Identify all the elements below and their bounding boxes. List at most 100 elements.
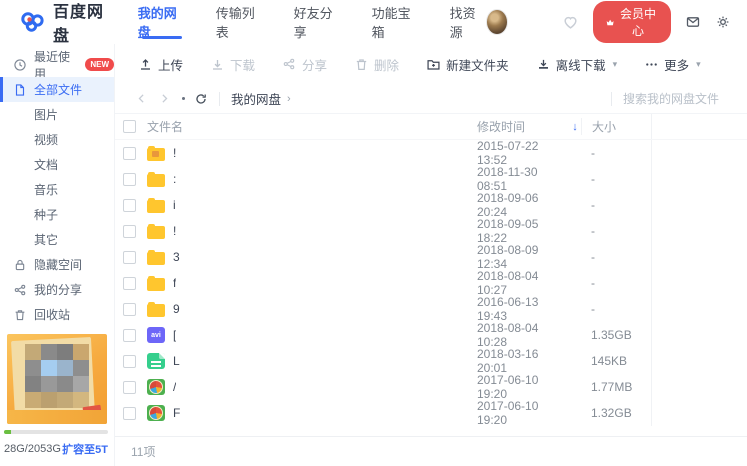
settings-gear-icon[interactable] <box>715 14 731 30</box>
sidebar-item-8[interactable]: 隐藏空间 <box>0 252 114 277</box>
sidebar-item-2[interactable]: 图片 <box>0 102 114 127</box>
sidebar-item-3[interactable]: 视频 <box>0 127 114 152</box>
sort-desc-icon[interactable]: ↓ <box>572 121 578 133</box>
sidebar-item-4[interactable]: 文档 <box>0 152 114 177</box>
delete-button[interactable]: 删除 <box>354 55 399 74</box>
expand-storage-link[interactable]: 扩容至5T <box>62 441 108 457</box>
row-name-cell: 9 <box>147 302 477 317</box>
app-logo[interactable]: 百度网盘 <box>20 0 116 46</box>
row-checkbox[interactable] <box>123 407 136 420</box>
file-size: - <box>581 250 651 264</box>
promo-banner-mosaic <box>25 344 89 408</box>
promo-banner[interactable] <box>7 334 107 424</box>
table-row[interactable]: !2018-09-05 18:22- <box>115 218 747 244</box>
modified-time: 2018-08-09 12:34 <box>477 243 569 271</box>
sidebar-item-10[interactable]: 回收站 <box>0 302 114 327</box>
file-name[interactable]: ! <box>173 224 176 238</box>
row-checkbox[interactable] <box>123 381 136 394</box>
lock-icon <box>13 258 27 272</box>
row-checkbox[interactable] <box>123 329 136 342</box>
share-button[interactable]: 分享 <box>282 55 327 74</box>
mail-icon[interactable] <box>685 14 701 30</box>
row-checkbox[interactable] <box>123 225 136 238</box>
column-size[interactable]: 大小 <box>581 118 651 135</box>
storage-bar-fill <box>4 430 11 434</box>
sidebar-item-1[interactable]: 全部文件 <box>0 77 114 102</box>
file-name[interactable]: 3 <box>173 250 180 264</box>
table-row[interactable]: F2017-06-10 19:201.32GB <box>115 400 747 426</box>
offline-download-icon <box>536 57 551 72</box>
sidebar-item-9[interactable]: 我的分享 <box>0 277 114 302</box>
toolbar-button-label: 分享 <box>302 55 327 74</box>
row-check-cell <box>123 381 147 394</box>
heart-icon[interactable] <box>562 14 579 31</box>
row-extra-cell <box>651 192 731 218</box>
select-all-checkbox[interactable] <box>123 120 136 133</box>
row-checkbox[interactable] <box>123 173 136 186</box>
file-name[interactable]: i <box>173 198 176 212</box>
storage-usage-text: 28G/2053G <box>4 443 61 455</box>
modified-time: 2018-08-04 10:27 <box>477 269 569 297</box>
search-area <box>600 92 731 106</box>
file-name[interactable]: f <box>173 276 176 290</box>
nav-tab-0[interactable]: 我的网盘 <box>138 0 186 44</box>
sidebar-item-label: 音乐 <box>34 181 58 198</box>
sidebar: 最近使用NEW全部文件图片视频文档音乐种子其它隐藏空间我的分享回收站 28G/2 <box>0 44 115 466</box>
forward-icon[interactable] <box>158 92 171 105</box>
refresh-icon[interactable] <box>194 92 208 106</box>
row-check-cell <box>123 147 147 160</box>
nav-tab-2[interactable]: 好友分享 <box>294 0 342 44</box>
breadcrumb-root[interactable]: 我的网盘 <box>231 89 281 108</box>
back-icon[interactable] <box>135 92 148 105</box>
sidebar-item-6[interactable]: 种子 <box>0 202 114 227</box>
history-dot-icon[interactable] <box>182 97 185 100</box>
file-name[interactable]: F <box>173 406 180 420</box>
nav-tab-4[interactable]: 找资源 <box>450 0 486 44</box>
file-name[interactable]: / <box>173 380 176 394</box>
table-row[interactable]: 92016-06-13 19:43- <box>115 296 747 322</box>
row-checkbox[interactable] <box>123 251 136 264</box>
row-checkbox[interactable] <box>123 199 136 212</box>
file-name[interactable]: ! <box>173 146 176 160</box>
storage-bar[interactable] <box>4 430 108 434</box>
sidebar-item-7[interactable]: 其它 <box>0 227 114 252</box>
file-name[interactable]: 9 <box>173 302 180 316</box>
row-extra-cell <box>651 400 731 426</box>
row-checkbox[interactable] <box>123 277 136 290</box>
table-row[interactable]: :2018-11-30 08:51- <box>115 166 747 192</box>
folder-icon <box>147 252 165 265</box>
user-avatar[interactable] <box>486 9 508 35</box>
modified-time: 2017-06-10 19:20 <box>477 399 569 427</box>
file-name[interactable]: : <box>173 172 176 186</box>
column-modified-time[interactable]: 修改时间 <box>477 118 569 135</box>
search-input[interactable] <box>623 92 731 106</box>
sidebar-item-0[interactable]: 最近使用NEW <box>0 52 114 77</box>
table-row[interactable]: !2015-07-22 13:52- <box>115 140 747 166</box>
new-folder-button[interactable]: 新建文件夹 <box>426 55 509 74</box>
download-button[interactable]: 下载 <box>210 55 255 74</box>
table-row[interactable]: L2018-03-16 20:01145KB <box>115 348 747 374</box>
more-button[interactable]: 更多▾ <box>644 55 701 74</box>
file-toolbar: 上传 下载 分享 删除 新建文件夹 离线下载▾ 更多▾ <box>115 44 747 84</box>
offline-download-button[interactable]: 离线下载▾ <box>536 55 618 74</box>
table-row[interactable]: [2018-08-04 10:281.35GB <box>115 322 747 348</box>
row-checkbox[interactable] <box>123 147 136 160</box>
upload-button[interactable]: 上传 <box>138 55 183 74</box>
nav-tab-3[interactable]: 功能宝箱 <box>372 0 420 44</box>
file-name[interactable]: [ <box>173 328 176 342</box>
table-row[interactable]: /2017-06-10 19:201.77MB <box>115 374 747 400</box>
row-checkbox[interactable] <box>123 303 136 316</box>
sidebar-item-label: 全部文件 <box>34 81 82 98</box>
sidebar-item-label: 我的分享 <box>34 281 82 298</box>
vip-center-button[interactable]: 会员中心 <box>593 1 671 43</box>
nav-tab-1[interactable]: 传输列表 <box>216 0 264 44</box>
row-check-cell <box>123 225 147 238</box>
table-row[interactable]: f2018-08-04 10:27- <box>115 270 747 296</box>
row-checkbox[interactable] <box>123 355 136 368</box>
nav-tab-label: 好友分享 <box>294 3 342 41</box>
table-row[interactable]: i2018-09-06 20:24- <box>115 192 747 218</box>
table-row[interactable]: 3 2018-08-09 12:34- <box>115 244 747 270</box>
file-name[interactable]: L <box>173 354 180 368</box>
sidebar-item-5[interactable]: 音乐 <box>0 177 114 202</box>
column-filename[interactable]: 文件名 <box>147 118 477 135</box>
